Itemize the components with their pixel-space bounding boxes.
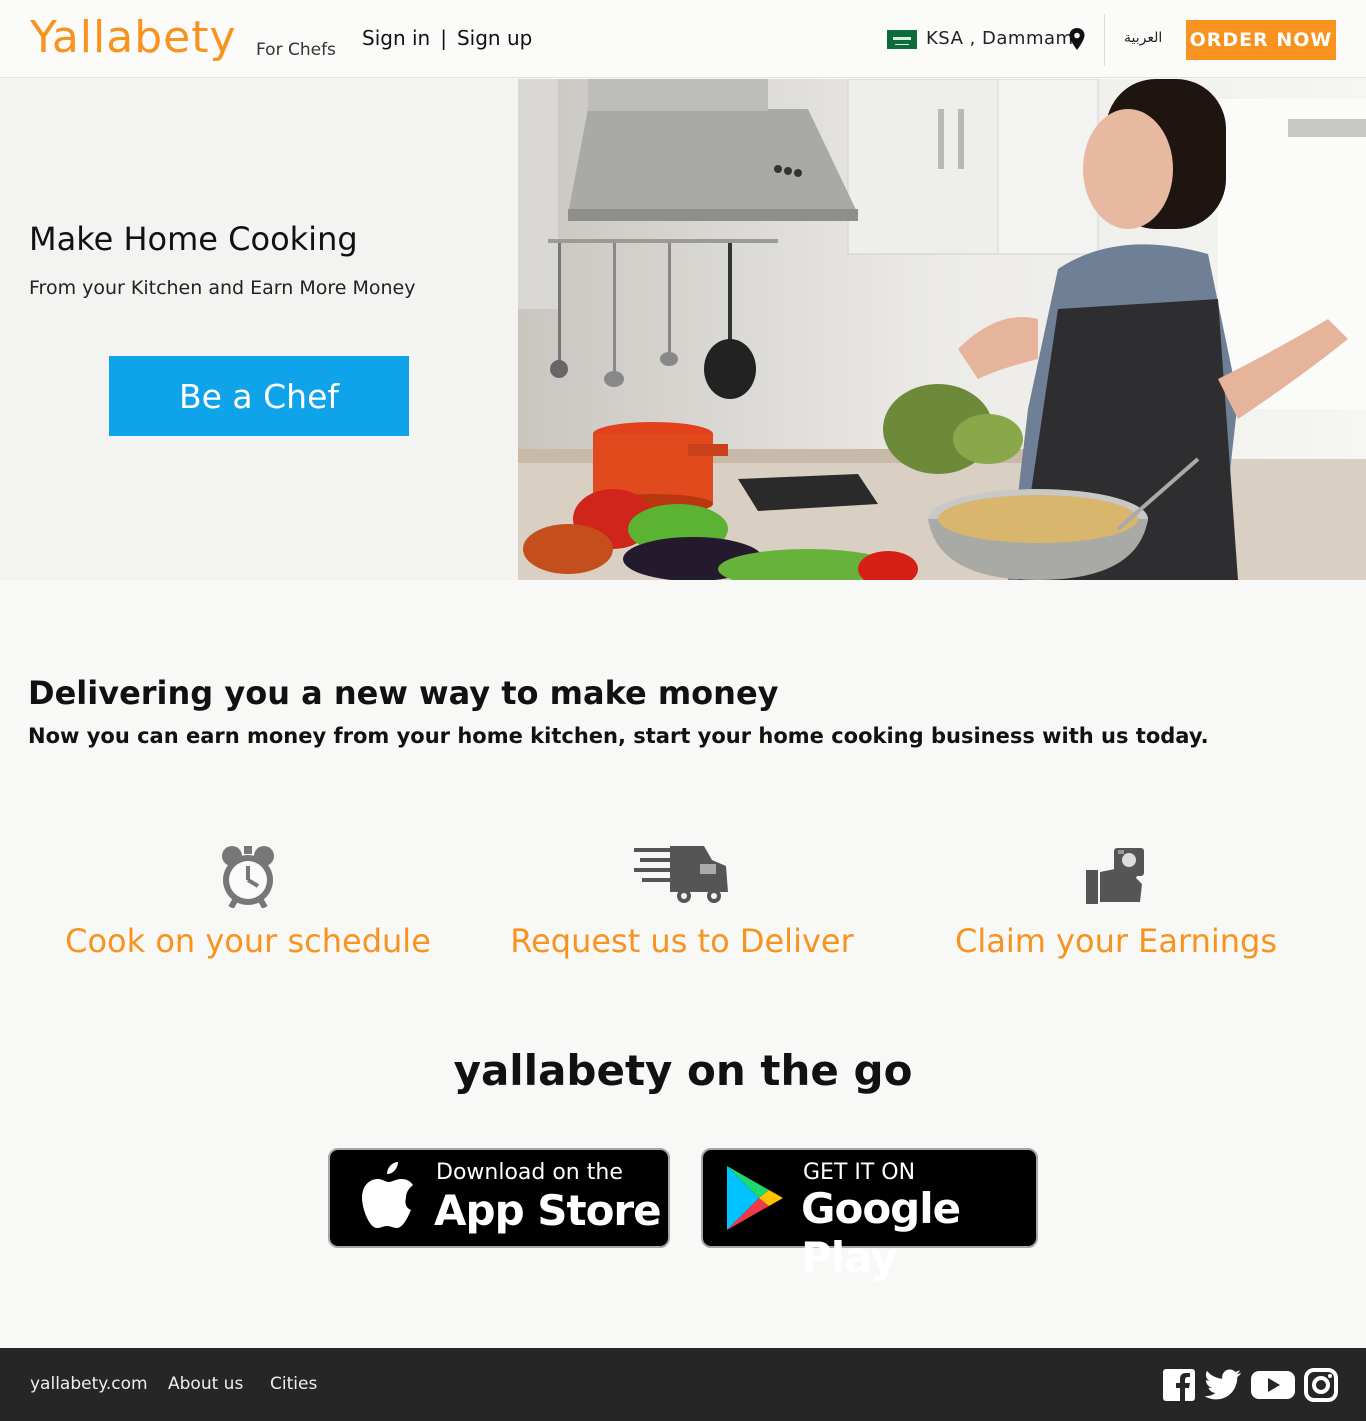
hero-kitchen-photo <box>518 79 1366 580</box>
auth-separator: | <box>440 26 447 50</box>
youtube-icon[interactable] <box>1250 1368 1296 1402</box>
footer-link-cities[interactable]: Cities <box>270 1374 317 1394</box>
feature-schedule-label: Cook on your schedule <box>65 922 431 960</box>
google-play-button[interactable]: GET IT ON Google Play <box>701 1148 1038 1282</box>
instagram-icon[interactable] <box>1304 1368 1338 1402</box>
money-hand-icon <box>1086 848 1144 904</box>
footer-link-home[interactable]: yallabety.com <box>30 1374 148 1394</box>
google-play-big: Google Play <box>801 1184 961 1282</box>
hero-title: Make Home Cooking <box>29 220 358 258</box>
location-selector[interactable]: KSA , Dammam <box>926 28 1074 49</box>
app-store-small: Download on the <box>436 1160 623 1185</box>
sign-up-link[interactable]: Sign up <box>457 26 532 50</box>
app-store-big: App Store <box>434 1186 662 1235</box>
feature-deliver-label: Request us to Deliver <box>510 922 854 960</box>
auth-links: Sign in | Sign up <box>362 26 532 50</box>
intro-subtitle: Now you can earn money from your home ki… <box>28 724 1209 748</box>
site-footer: yallabety.com About us Cities <box>0 1348 1366 1421</box>
be-a-chef-button[interactable]: Be a Chef <box>109 356 409 436</box>
delivery-truck-icon <box>634 846 728 903</box>
google-play-small: GET IT ON <box>803 1160 916 1185</box>
hero-panel <box>0 79 518 580</box>
intro-title: Delivering you a new way to make money <box>28 674 779 712</box>
app-store-button[interactable]: Download on the App Store <box>328 1148 670 1248</box>
saudi-flag-icon <box>887 30 917 49</box>
site-header: Yallabety For Chefs Sign in | Sign up KSA … <box>0 0 1366 78</box>
header-divider <box>1104 14 1105 66</box>
footer-link-about[interactable]: About us <box>168 1374 243 1394</box>
apps-title: yallabety on the go <box>453 1046 913 1095</box>
map-pin-icon[interactable] <box>1068 28 1086 50</box>
sign-in-link[interactable]: Sign in <box>362 26 430 50</box>
google-play-icon <box>727 1166 783 1230</box>
feature-earnings-label: Claim your Earnings <box>954 922 1278 960</box>
hero-subtitle: From your Kitchen and Earn More Money <box>29 277 416 299</box>
alarm-clock-icon <box>222 846 274 908</box>
logo-subtitle: For Chefs <box>256 40 336 60</box>
facebook-icon[interactable] <box>1162 1368 1196 1402</box>
apple-icon <box>362 1162 413 1228</box>
logo[interactable]: Yallabety <box>30 12 236 63</box>
twitter-icon[interactable] <box>1204 1368 1242 1402</box>
language-switch[interactable]: العربية <box>1124 30 1162 46</box>
order-now-button[interactable]: ORDER NOW <box>1186 20 1336 60</box>
